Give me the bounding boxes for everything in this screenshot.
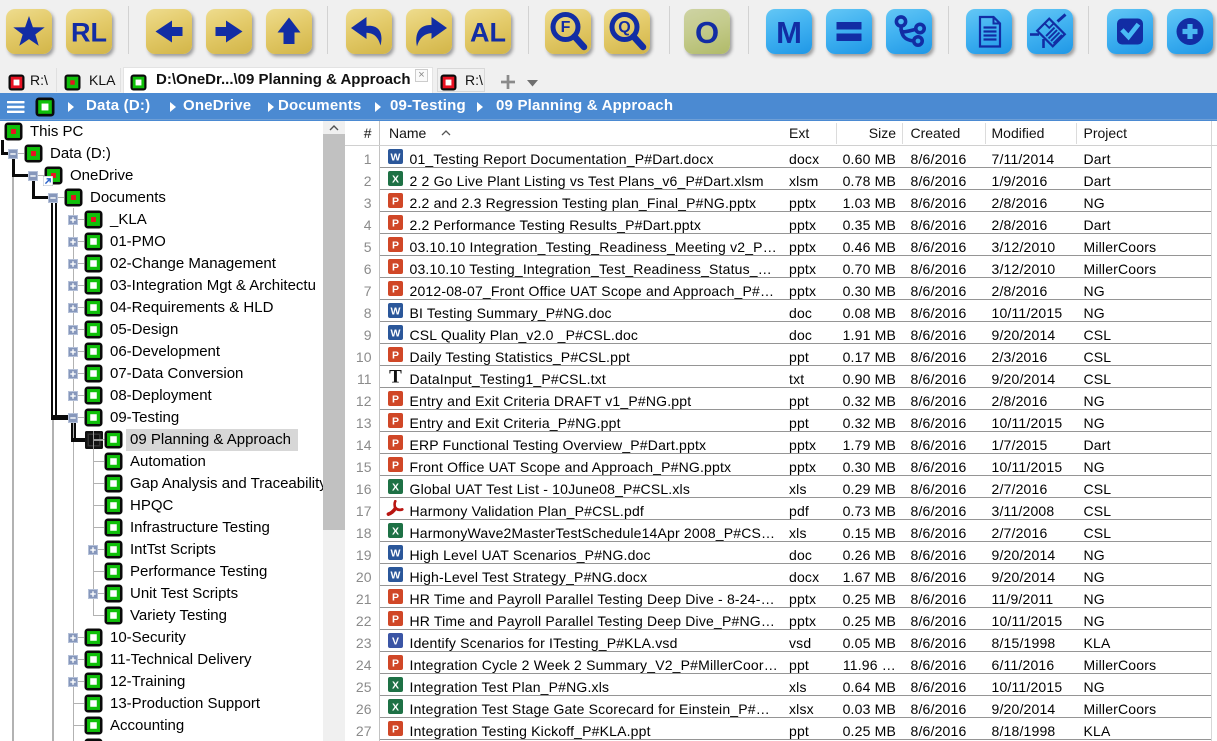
svg-text:T: T [389,369,402,384]
svg-text:P: P [392,195,399,207]
svg-text:P: P [392,415,399,427]
svg-text:P: P [392,723,399,735]
svg-text:P: P [392,239,399,251]
svg-text:Q: Q [618,19,630,36]
svg-text:P: P [392,349,399,361]
svg-text:V: V [392,635,399,647]
svg-text:X: X [392,701,399,713]
svg-text:P: P [392,591,399,603]
svg-text:AL: AL [470,18,506,48]
svg-text:W: W [391,569,401,581]
svg-text:X: X [392,525,399,537]
svg-text:O: O [695,15,719,50]
svg-text:W: W [391,305,401,317]
svg-text:P: P [392,613,399,625]
svg-text:X: X [392,679,399,691]
svg-text:P: P [392,217,399,229]
svg-text:W: W [391,327,401,339]
svg-text:M: M [776,15,802,50]
svg-text:P: P [392,459,399,471]
svg-text:P: P [392,393,399,405]
svg-text:X: X [392,481,399,493]
svg-text:W: W [391,151,401,163]
svg-text:F: F [561,19,571,36]
svg-text:W: W [391,547,401,559]
svg-text:P: P [392,437,399,449]
svg-text:P: P [392,657,399,669]
svg-text:P: P [392,261,399,273]
svg-text:P: P [392,283,399,295]
svg-text:X: X [392,173,399,185]
